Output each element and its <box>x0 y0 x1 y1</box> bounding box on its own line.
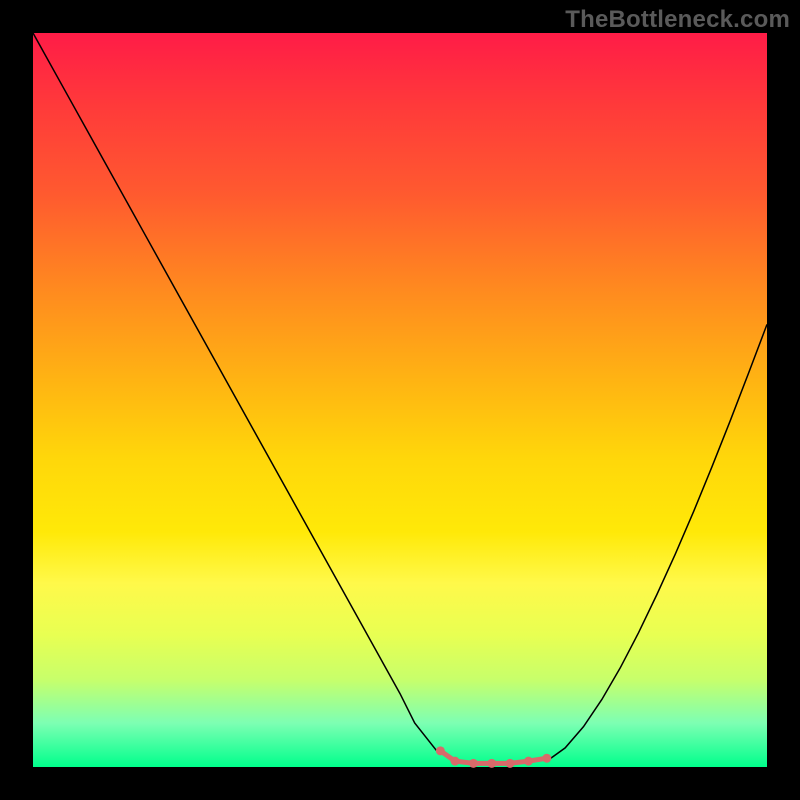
chart-svg <box>33 33 767 767</box>
valley-dot <box>542 754 551 763</box>
valley-dot <box>451 757 460 766</box>
valley-dot <box>436 746 445 755</box>
valley-dot <box>469 759 478 768</box>
valley-dot <box>524 757 533 766</box>
right-curve <box>547 324 767 761</box>
left-curve <box>33 33 455 761</box>
valley-dot <box>487 759 496 768</box>
valley-dot <box>506 759 515 768</box>
valley-highlight-dots <box>436 746 551 767</box>
chart-container: TheBottleneck.com <box>0 0 800 800</box>
watermark-text: TheBottleneck.com <box>565 6 790 34</box>
plot-area <box>33 33 767 767</box>
